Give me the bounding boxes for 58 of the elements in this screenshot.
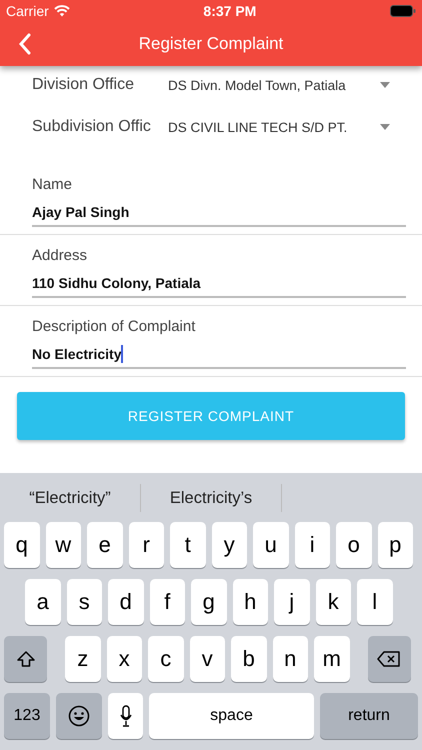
back-icon [18, 33, 32, 55]
microphone-key[interactable] [108, 693, 143, 739]
dropdown-field[interactable]: DS CIVIL LINE TECH S/D PT. [168, 120, 390, 134]
letter-key[interactable]: w [46, 522, 81, 568]
text-field[interactable]: 110 Sidhu Colony, Patiala [32, 270, 406, 298]
battery-icon [390, 5, 416, 17]
wifi-icon [54, 5, 70, 17]
letter-key[interactable]: m [314, 636, 350, 682]
dropdown-label: Subdivision Offic [32, 118, 152, 136]
field-label: Name [32, 176, 74, 193]
letter-key[interactable]: h [232, 579, 268, 625]
return-key[interactable]: return [320, 693, 418, 739]
letter-key[interactable]: t [170, 522, 206, 568]
letter-key[interactable]: u [253, 522, 288, 568]
letter-key[interactable]: s [66, 579, 102, 625]
letter-key[interactable]: x [106, 636, 142, 682]
carrier-label: Carrier [6, 3, 49, 19]
letter-key[interactable]: r [128, 522, 164, 568]
text-cursor [121, 345, 124, 363]
screen-title: Register Complaint [138, 34, 284, 54]
letter-key[interactable]: e [87, 522, 122, 568]
dropdown-arrow-icon [380, 124, 390, 130]
letter-key[interactable]: j [274, 579, 310, 625]
field-label: Address [32, 247, 88, 264]
text-field[interactable]: No Electricity [32, 341, 406, 369]
letter-key[interactable]: f [150, 579, 185, 625]
letter-key[interactable]: k [316, 579, 351, 625]
letter-key[interactable]: b [231, 636, 266, 682]
letter-key[interactable]: n [272, 636, 308, 682]
text-field[interactable]: Ajay Pal Singh [32, 199, 406, 227]
dropdown-label: Division Office [32, 76, 135, 94]
shift-key[interactable] [4, 636, 47, 682]
letter-key[interactable]: q [4, 522, 40, 568]
letter-key[interactable]: o [336, 522, 372, 568]
microphone-icon [120, 705, 132, 727]
space-key[interactable]: space [149, 693, 314, 739]
time-label: 8:37 PM [203, 3, 256, 19]
letter-key[interactable]: p [378, 522, 413, 568]
suggestion-item[interactable]: Electricity’s [141, 484, 282, 512]
letter-key[interactable]: y [212, 522, 247, 568]
delete-key[interactable] [368, 636, 410, 682]
suggestion-item[interactable]: “Electricity” [0, 484, 141, 512]
emoji-key[interactable] [56, 693, 102, 739]
letter-key[interactable]: i [294, 522, 330, 568]
shift-icon [16, 649, 36, 669]
letter-key[interactable]: v [190, 636, 225, 682]
letter-key[interactable]: z [65, 636, 100, 682]
numbers-key[interactable]: 123 [4, 693, 50, 739]
smiley-icon [68, 705, 90, 727]
letter-key[interactable]: l [357, 579, 392, 625]
letter-key[interactable]: a [25, 579, 60, 625]
dropdown-arrow-icon [380, 82, 390, 88]
field-label: Description of Complaint [32, 318, 196, 335]
letter-key[interactable]: d [108, 579, 144, 625]
dropdown-field[interactable]: DS Divn. Model Town, Patiala [168, 78, 390, 92]
letter-key[interactable]: c [148, 636, 184, 682]
letter-key[interactable]: g [191, 579, 226, 625]
backspace-icon [377, 650, 401, 668]
